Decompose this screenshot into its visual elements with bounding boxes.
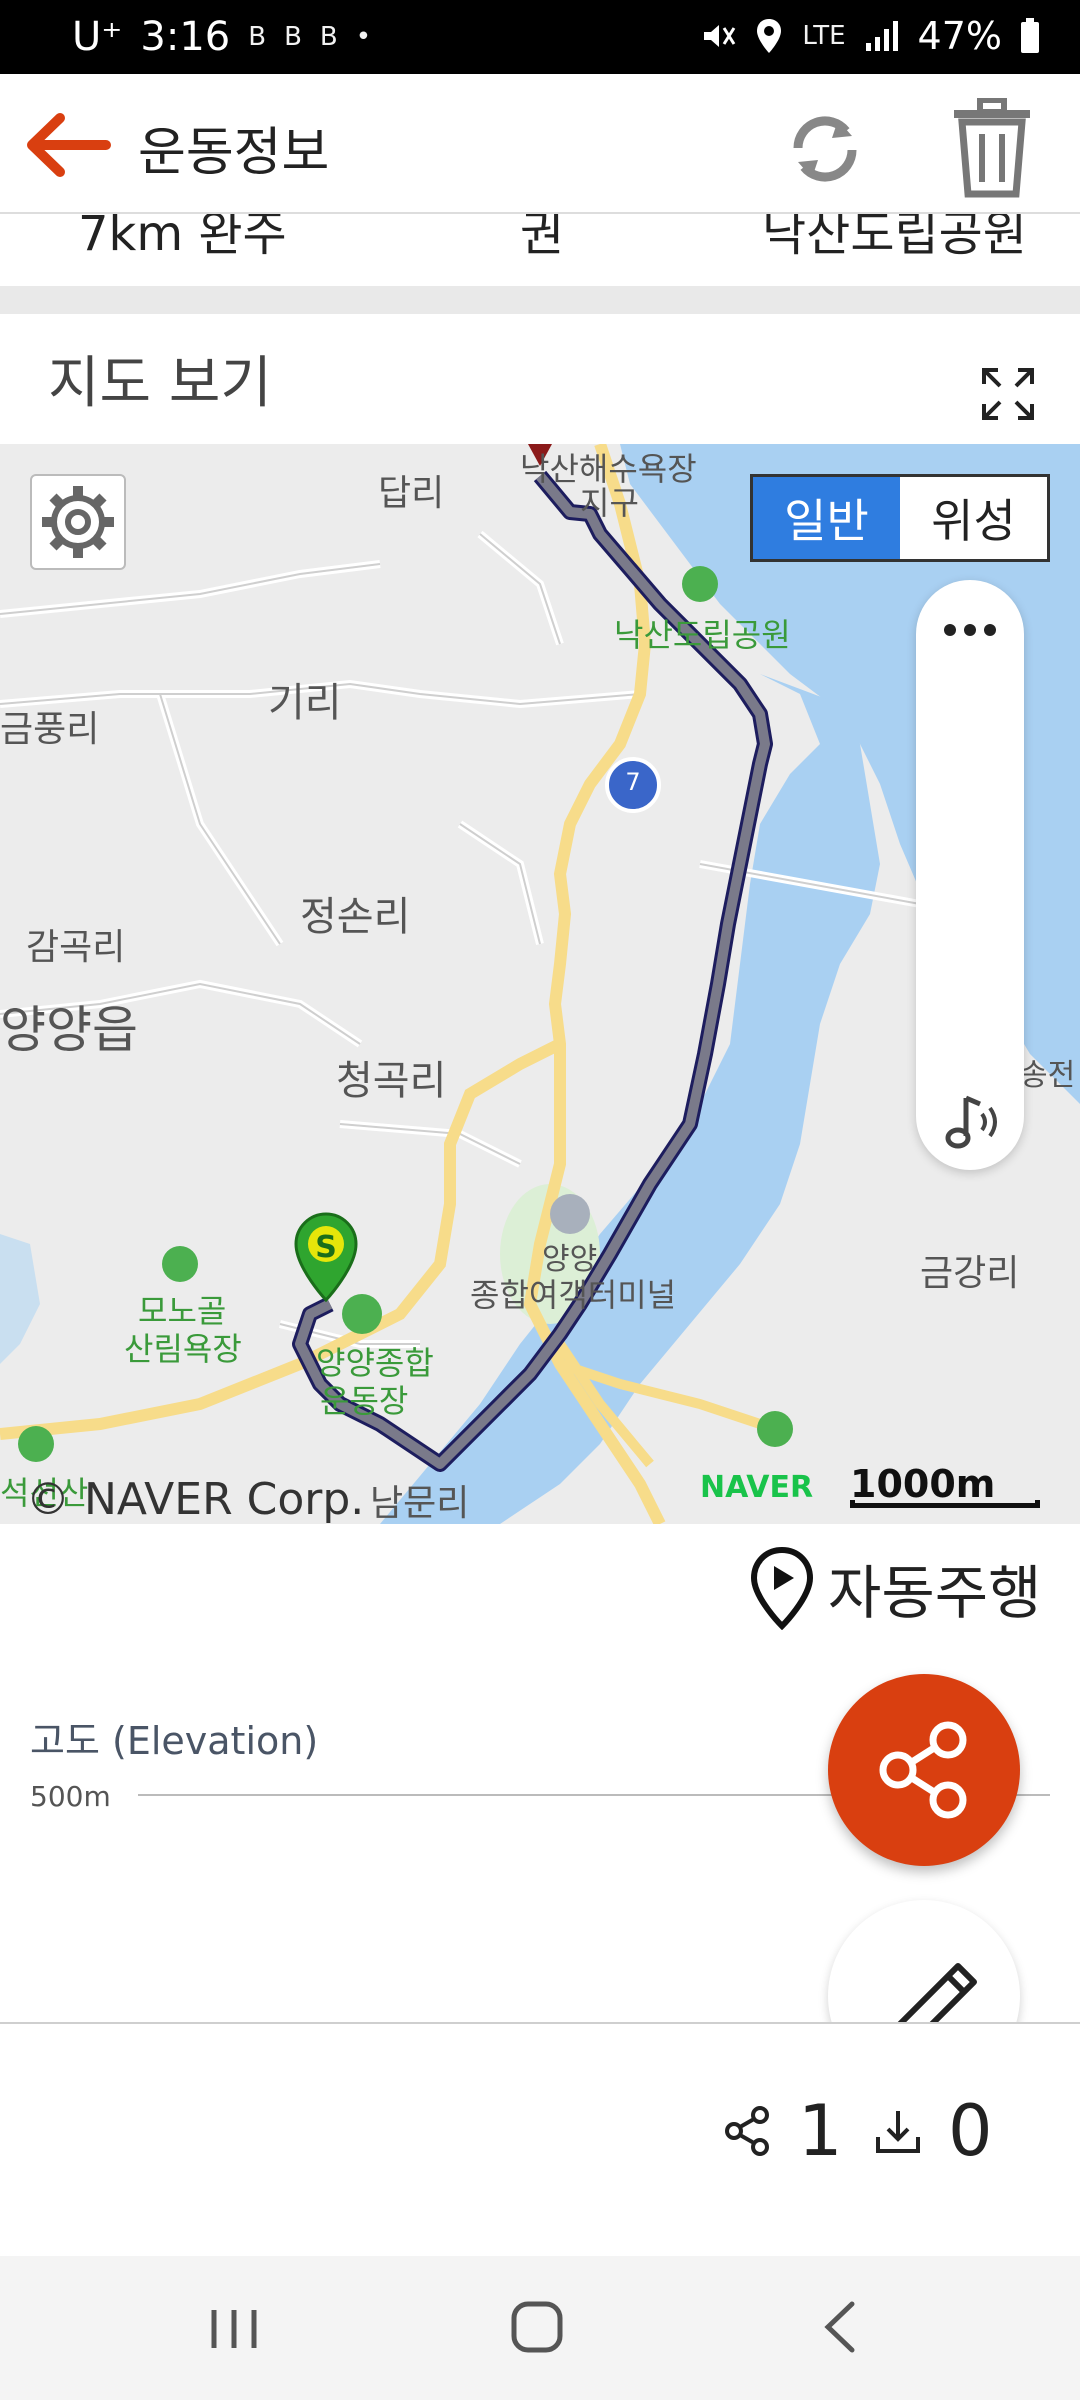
section-divider (0, 286, 1080, 314)
elevation-tick-label: 500m (30, 1780, 111, 1813)
more-icon[interactable] (940, 620, 1000, 640)
back-arrow-icon[interactable] (24, 110, 112, 180)
map-label: 지구 (580, 484, 639, 522)
share-count-icon (725, 2106, 769, 2156)
map-label: 금강리 (920, 1253, 1020, 1294)
summary-row: 7km 완주 권 낙산도립공원 (0, 214, 1080, 286)
download-icon (876, 2111, 920, 2153)
main-road (0, 1038, 563, 1440)
start-marker-letter: S (315, 1230, 337, 1265)
map-label: 산림욕장 (124, 1330, 242, 1368)
auto-drive-label: 자동주행 (828, 1559, 1042, 1627)
fullscreen-icon[interactable] (980, 366, 1036, 422)
map-copyright: © NAVER Corp. (26, 1474, 365, 1524)
edit-fab-container (800, 1880, 1060, 2022)
system-nav-bar (0, 2256, 1080, 2400)
park-icon (162, 1246, 198, 1282)
dot-icon: • (355, 22, 372, 52)
app-badge: B (319, 22, 338, 52)
recent-apps-icon[interactable] (204, 2306, 264, 2352)
map-settings-button[interactable] (30, 474, 126, 570)
route-number: 7 (625, 768, 641, 796)
app-badge: B (248, 22, 267, 52)
stats-row: 1 0 (720, 2090, 998, 2172)
elevation-title: 고도 (Elevation) (30, 1719, 319, 1763)
page-title: 운동정보 (138, 123, 330, 183)
app-bar: 운동정보 (0, 74, 1080, 214)
clock: 3:16 (140, 14, 231, 60)
bottom-divider (0, 2022, 1080, 2024)
music-note-icon[interactable] (936, 1090, 1006, 1154)
map-label: 감곡리 (26, 927, 126, 968)
map-label: 답리 (378, 473, 445, 514)
share-fab[interactable] (828, 1674, 1020, 1866)
park-icon (757, 1411, 793, 1447)
gear-icon (42, 486, 114, 558)
status-bar-left: U⁺ 3:16 B B B • (72, 14, 371, 60)
park-icon (18, 1426, 54, 1462)
battery-percent: 47% (917, 14, 1002, 58)
auto-drive-button[interactable]: 자동주행 (748, 1546, 1041, 1630)
carrier-label: U⁺ (72, 14, 123, 60)
map-header: 지도 보기 (0, 314, 1080, 444)
network-type: LTE (802, 21, 846, 51)
map-view[interactable]: 답리 낙산해수욕장 지구 낙산도립공원 금풍리 기리 7 정손리 감곡리 양양읍… (0, 444, 1080, 1524)
map-scale-line (850, 1500, 1040, 1508)
map-label: 정손리 (300, 894, 411, 940)
map-section-title: 지도 보기 (48, 351, 272, 416)
map-type-satellite[interactable]: 위성 (900, 477, 1047, 559)
naver-logo: NAVER (700, 1470, 814, 1505)
trash-icon[interactable] (952, 98, 1032, 198)
battery-icon (1021, 18, 1039, 53)
home-icon[interactable] (510, 2300, 564, 2354)
refresh-icon[interactable] (780, 104, 870, 194)
bus-terminal-icon (550, 1194, 590, 1234)
status-bar-right: LTE 47% (700, 14, 1040, 58)
map-label: 낙산도립공원 (614, 616, 791, 654)
map-label: 양양읍 (0, 1001, 138, 1059)
map-type-normal[interactable]: 일반 (753, 477, 900, 559)
status-bar: U⁺ 3:16 B B B • LTE 47% (0, 0, 1080, 74)
stadium-icon (342, 1294, 382, 1334)
map-label: 운동장 (320, 1382, 409, 1420)
edit-fab[interactable] (828, 1900, 1020, 2022)
share-icon (879, 1721, 967, 1819)
app-badge: B (284, 22, 302, 52)
nav-back-icon[interactable] (820, 2300, 860, 2354)
map-type-toggle: 일반 위성 (750, 474, 1050, 562)
download-count: 0 (948, 2090, 993, 2172)
map-label: 청곡리 (336, 1058, 447, 1104)
map-label: 종합여객터미널 (470, 1276, 677, 1314)
location-icon (757, 19, 782, 53)
summary-location: 낙산도립공원 (762, 214, 1027, 262)
lake (0, 1234, 40, 1364)
pencil-icon (897, 1963, 977, 2022)
map-label: 송전 (1020, 1058, 1076, 1093)
park-icon (682, 566, 718, 602)
map-side-panel (916, 580, 1024, 1170)
signal-icon (865, 21, 898, 51)
summary-unit: 권 (520, 214, 565, 262)
mute-icon (704, 25, 736, 47)
map-label: 기리 (268, 680, 342, 726)
map-label: 남문리 (370, 1483, 470, 1524)
share-count: 1 (798, 2090, 843, 2172)
map-label: 금풍리 (0, 709, 100, 750)
play-location-icon (750, 1546, 814, 1630)
summary-distance: 7km 완주 (78, 214, 287, 262)
